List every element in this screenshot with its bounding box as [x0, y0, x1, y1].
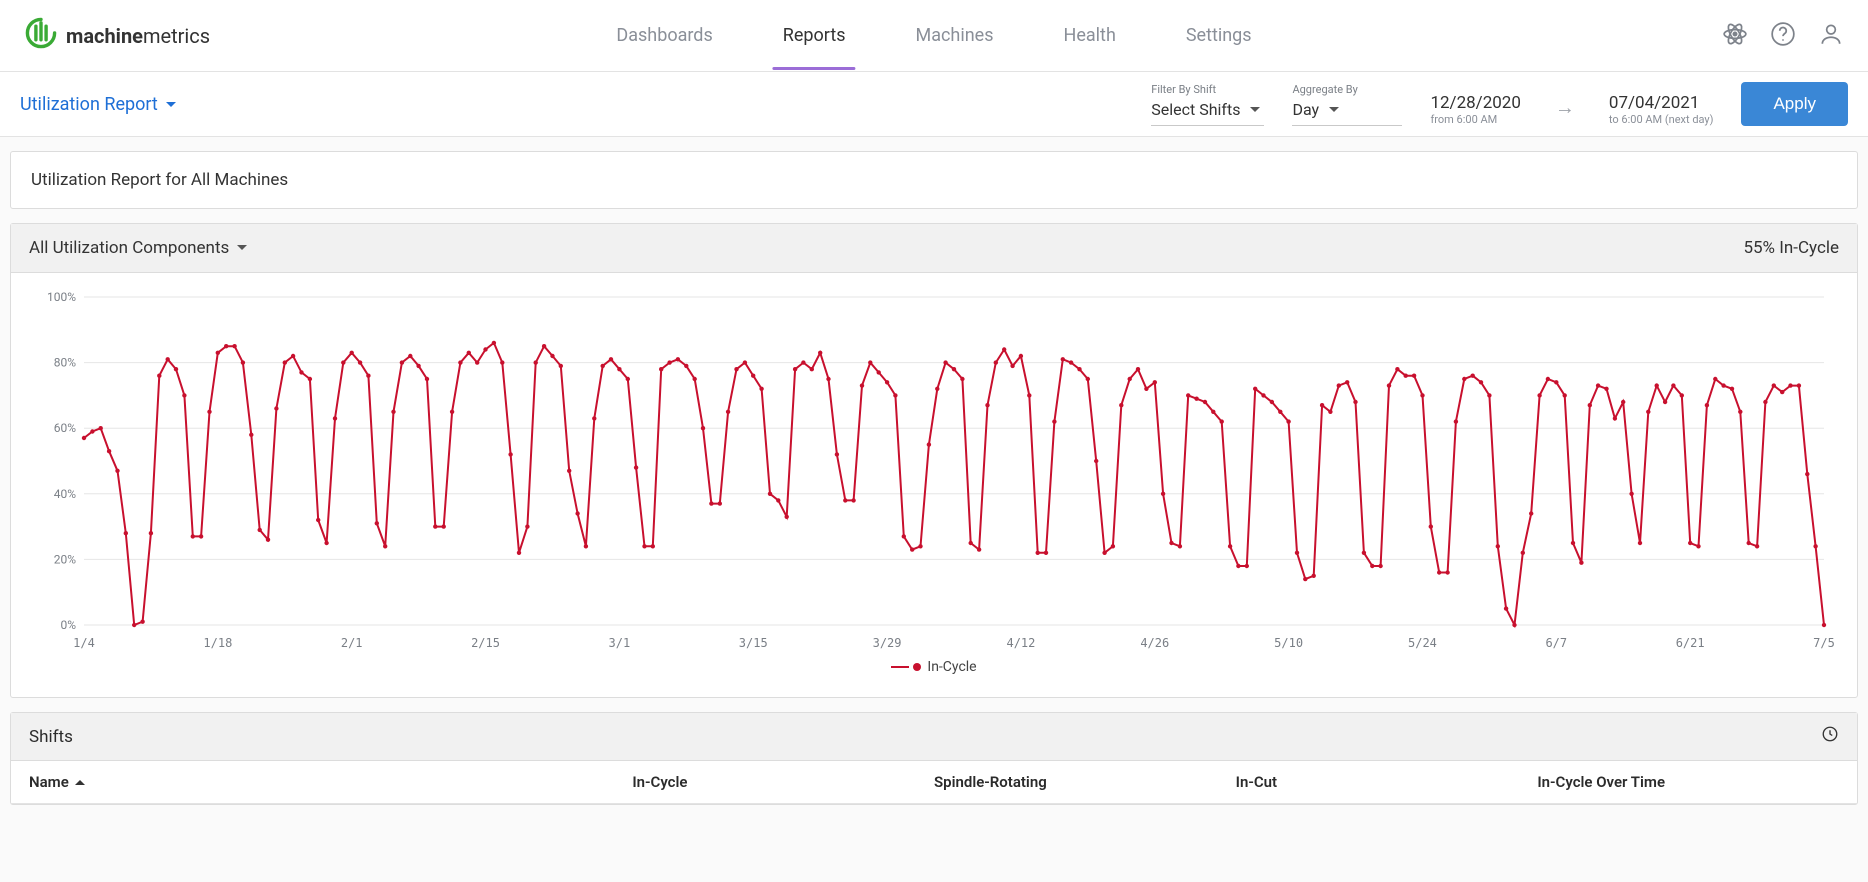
svg-text:7/5: 7/5 [1813, 636, 1835, 650]
svg-text:5/10: 5/10 [1274, 636, 1303, 650]
apply-button[interactable]: Apply [1741, 82, 1848, 126]
svg-text:1/18: 1/18 [203, 636, 232, 650]
nav-settings[interactable]: Settings [1186, 1, 1252, 70]
toolbar-right: Filter By Shift Select Shifts Aggregate … [1151, 82, 1848, 126]
filter-by-shift-select[interactable]: Filter By Shift Select Shifts [1151, 83, 1264, 126]
brand-text: machinemetrics [66, 24, 210, 48]
report-toolbar: Utilization Report Filter By Shift Selec… [0, 72, 1868, 137]
caret-down-icon [237, 245, 247, 255]
filter-by-shift-label: Filter By Shift [1151, 83, 1264, 96]
shifts-title: Shifts [29, 727, 73, 747]
nav-icons [1722, 21, 1844, 51]
chart-panel: All Utilization Components 55% In-Cycle … [10, 223, 1858, 698]
svg-text:40%: 40% [54, 487, 76, 501]
clock-icon[interactable] [1821, 725, 1839, 748]
date-to-value: 07/04/2021 [1609, 93, 1714, 113]
svg-text:80%: 80% [54, 356, 76, 370]
caret-down-icon [1329, 107, 1339, 117]
shifts-panel: Shifts Name In-Cycle Spindle-Rotating In… [10, 712, 1858, 805]
main-nav: Dashboards Reports Machines Health Setti… [616, 1, 1251, 70]
date-to[interactable]: 07/04/2021 to 6:00 AM (next day) [1609, 93, 1714, 126]
svg-text:2/1: 2/1 [341, 636, 363, 650]
col-spindle-rotating[interactable]: Spindle-Rotating [934, 773, 1236, 791]
report-type-dropdown[interactable]: Utilization Report [20, 94, 176, 115]
svg-text:6/7: 6/7 [1545, 636, 1567, 650]
chart-series-dropdown[interactable]: All Utilization Components [29, 238, 247, 258]
caret-down-icon [1250, 107, 1260, 117]
svg-text:4/12: 4/12 [1006, 636, 1035, 650]
aggregate-by-select[interactable]: Aggregate By Day [1292, 83, 1402, 126]
shifts-column-headers: Name In-Cycle Spindle-Rotating In-Cut In… [11, 761, 1857, 804]
legend-line-icon [891, 666, 909, 668]
legend-dot-icon [913, 663, 921, 671]
sort-asc-icon [75, 775, 85, 785]
legend-label: In-Cycle [927, 659, 976, 675]
filter-by-shift-value: Select Shifts [1151, 100, 1240, 119]
top-navbar: machinemetrics Dashboards Reports Machin… [0, 0, 1868, 72]
subtitle-panel: Utilization Report for All Machines [10, 151, 1858, 209]
chart-summary-value: 55% In-Cycle [1743, 238, 1839, 258]
svg-text:3/1: 3/1 [609, 636, 631, 650]
chart-legend[interactable]: In-Cycle [21, 657, 1847, 689]
date-from-value: 12/28/2020 [1430, 93, 1520, 113]
nav-dashboards[interactable]: Dashboards [616, 1, 712, 70]
aggregate-by-label: Aggregate By [1292, 83, 1402, 96]
nav-reports[interactable]: Reports [783, 1, 846, 70]
caret-down-icon [166, 102, 176, 112]
atom-icon[interactable] [1722, 21, 1748, 51]
nav-machines[interactable]: Machines [916, 1, 994, 70]
col-in-cut[interactable]: In-Cut [1236, 773, 1538, 791]
logo-icon [24, 16, 58, 55]
aggregate-by-value: Day [1292, 100, 1319, 119]
svg-text:5/24: 5/24 [1408, 636, 1437, 650]
svg-text:2/15: 2/15 [471, 636, 500, 650]
svg-text:100%: 100% [47, 290, 76, 304]
col-in-cycle[interactable]: In-Cycle [632, 773, 934, 791]
col-name[interactable]: Name [29, 773, 632, 791]
svg-text:3/29: 3/29 [873, 636, 902, 650]
svg-text:0%: 0% [60, 618, 76, 632]
subtitle-text: Utilization Report for All Machines [11, 152, 1857, 208]
utilization-chart: 0% 20% 40% 60% 80% 100% 1/4 1/18 2/1 2/15 3/1 3/15 3… [21, 287, 1847, 657]
svg-text:1/4: 1/4 [73, 636, 95, 650]
nav-health[interactable]: Health [1064, 1, 1116, 70]
help-icon[interactable] [1770, 21, 1796, 51]
svg-text:3/15: 3/15 [739, 636, 768, 650]
chart-series-label: All Utilization Components [29, 238, 229, 258]
brand-logo[interactable]: machinemetrics [24, 16, 210, 55]
date-from[interactable]: 12/28/2020 from 6:00 AM [1430, 93, 1520, 126]
date-to-sub: to 6:00 AM (next day) [1609, 113, 1714, 126]
svg-text:6/21: 6/21 [1676, 636, 1705, 650]
svg-text:60%: 60% [54, 421, 76, 435]
date-from-sub: from 6:00 AM [1430, 113, 1520, 126]
user-icon[interactable] [1818, 21, 1844, 51]
svg-text:20%: 20% [54, 552, 76, 566]
arrow-right-icon: → [1549, 95, 1581, 126]
report-type-label: Utilization Report [20, 94, 158, 115]
col-in-cycle-over-time[interactable]: In-Cycle Over Time [1537, 773, 1839, 791]
svg-text:4/26: 4/26 [1140, 636, 1169, 650]
